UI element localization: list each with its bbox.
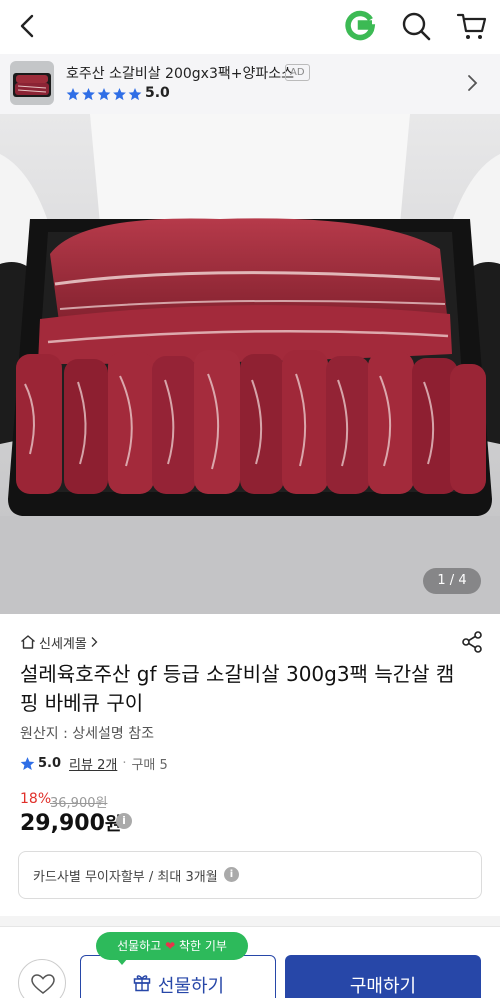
sale-price-value: 29,900 — [20, 811, 105, 836]
review-summary: 5.0 리뷰 2개 · 구매 5 — [20, 753, 168, 773]
gift-icon — [133, 975, 151, 992]
share-icon[interactable] — [460, 630, 484, 654]
seller-link[interactable]: 신세계몰 — [20, 632, 98, 652]
purchase-count: 구매 5 — [131, 757, 168, 773]
ad-title: 호주산 소갈비살 200gx3팩+양파소스 — [66, 66, 294, 82]
g-logo-icon[interactable] — [344, 10, 376, 42]
discount-rate: 18% — [20, 791, 52, 807]
promo-text-right: 착한 기부 — [178, 939, 227, 953]
card-installment-text: 카드사별 무이자할부 / 최대 3개월 — [33, 870, 218, 885]
image-counter: 1 / 4 — [423, 568, 481, 594]
gift-promo-bubble: 선물하고 ❤ 착한 기부 — [96, 932, 248, 960]
section-divider — [0, 916, 500, 926]
cart-icon[interactable] — [456, 10, 488, 42]
promo-text-left: 선물하고 — [117, 939, 162, 953]
star-icon — [20, 756, 35, 770]
store-home-icon — [21, 635, 35, 649]
wishlist-button[interactable] — [18, 959, 66, 998]
star-icons — [66, 88, 142, 101]
back-arrow-icon[interactable] — [14, 12, 42, 40]
chevron-right-icon — [91, 637, 98, 647]
product-image[interactable] — [0, 114, 500, 614]
ad-banner[interactable]: 호주산 소갈비살 200gx3팩+양파소스 AD 5.0 — [0, 54, 500, 114]
top-nav — [0, 0, 500, 54]
ad-rating-value: 5.0 — [145, 85, 170, 101]
gift-button-label: 선물하기 — [157, 976, 225, 997]
ad-thumbnail — [10, 61, 54, 105]
review-count-link[interactable]: 리뷰 2개 — [69, 754, 117, 773]
price-info-icon[interactable]: i — [116, 813, 132, 829]
search-icon[interactable] — [400, 10, 432, 42]
heart-emoji-icon: ❤ — [165, 939, 176, 953]
sale-price: 29,900원 — [20, 810, 121, 836]
card-installment-box[interactable]: 카드사별 무이자할부 / 최대 3개월 i — [18, 851, 482, 899]
chevron-right-icon[interactable] — [466, 74, 478, 92]
original-price: 36,900원 — [50, 796, 108, 811]
product-origin: 원산지 : 상세설명 참조 — [20, 726, 154, 742]
ad-tag: AD — [285, 64, 310, 81]
info-icon[interactable]: i — [224, 867, 239, 882]
promo-bubble-tail — [116, 958, 128, 965]
gift-button[interactable]: 선물하기 — [80, 955, 276, 998]
buy-button[interactable]: 구매하기 — [285, 955, 481, 998]
review-score: 5.0 — [38, 755, 62, 771]
separator-dot: · — [122, 755, 127, 771]
meat-tray-illustration — [0, 114, 500, 614]
bottom-action-bar: 선물하기 구매하기 — [0, 926, 500, 998]
seller-name: 신세계몰 — [39, 636, 87, 652]
product-title: 설레육호주산 gf 등급 소갈비살 300g3팩 늑간살 캠핑 바베큐 구이 — [20, 662, 455, 715]
ad-star-rating — [66, 87, 144, 103]
heart-icon — [31, 974, 55, 994]
product-page: 호주산 소갈비살 200gx3팩+양파소스 AD 5.0 1 / 4 신세계몰 … — [0, 0, 500, 998]
